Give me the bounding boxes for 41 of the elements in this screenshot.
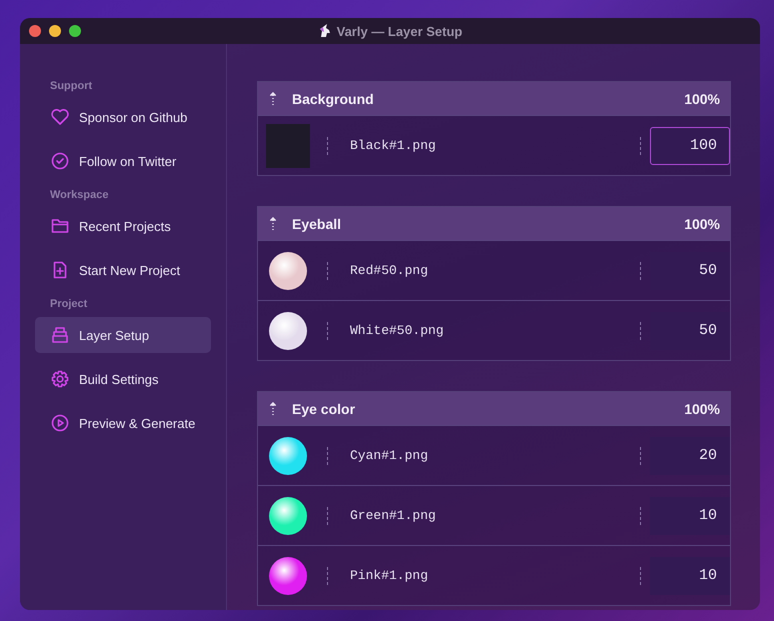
zoom-button[interactable] bbox=[69, 25, 81, 37]
sidebar-item[interactable]: Preview & Generate bbox=[35, 405, 211, 441]
layer-percent: 100% bbox=[684, 90, 720, 106]
close-button[interactable] bbox=[29, 25, 41, 37]
check-badge-icon bbox=[50, 151, 70, 171]
layer-percent: 100% bbox=[684, 216, 720, 232]
drag-handle-icon[interactable] bbox=[270, 402, 276, 416]
section-heading: Workspace bbox=[49, 189, 110, 201]
trait-filename: Red#50.png bbox=[350, 263, 430, 278]
folder-icon bbox=[50, 216, 70, 236]
layers-icon bbox=[50, 325, 70, 345]
heart-icon bbox=[50, 107, 70, 127]
sidebar-item[interactable]: Recent Projects bbox=[35, 208, 211, 244]
drag-handle-icon[interactable] bbox=[270, 216, 276, 230]
rarity-input-field[interactable]: 20 bbox=[650, 436, 730, 474]
rarity-input-field[interactable]: 10 bbox=[650, 556, 730, 594]
rarity-input-field[interactable]: 50 bbox=[650, 312, 730, 350]
sidebar-item[interactable]: Build Settings bbox=[35, 361, 211, 397]
trait-filename: White#50.png bbox=[350, 323, 445, 338]
sidebar-item[interactable]: Sponsor on Github bbox=[35, 99, 211, 135]
trait-filename: Cyan#1.png bbox=[350, 448, 430, 463]
rarity-input-field[interactable]: 100 bbox=[650, 126, 730, 164]
gear-icon bbox=[50, 369, 70, 389]
rarity-input-field[interactable]: 10 bbox=[650, 496, 730, 534]
section-heading: Project bbox=[49, 298, 88, 310]
trait-filename: Black#1.png bbox=[350, 138, 437, 153]
layer-percent: 100% bbox=[684, 400, 720, 416]
minimize-button[interactable] bbox=[49, 25, 61, 37]
section-heading: Support bbox=[49, 80, 94, 92]
window-title: Varly — Layer Setup bbox=[336, 24, 462, 38]
trait-filename: Green#1.png bbox=[350, 508, 437, 523]
sidebar-item[interactable]: Follow on Twitter bbox=[35, 143, 211, 179]
layer-name: Background bbox=[292, 90, 375, 106]
play-icon bbox=[50, 413, 70, 433]
sidebar-item[interactable]: Start New Project bbox=[35, 252, 211, 288]
drag-handle-icon[interactable] bbox=[270, 92, 276, 106]
layer-name: Eyeball bbox=[292, 216, 342, 232]
trait-filename: Pink#1.png bbox=[350, 568, 430, 583]
unicorn-icon bbox=[318, 24, 332, 38]
sidebar-item[interactable]: Layer Setup bbox=[35, 317, 211, 353]
layer-name: Eye color bbox=[292, 400, 356, 416]
